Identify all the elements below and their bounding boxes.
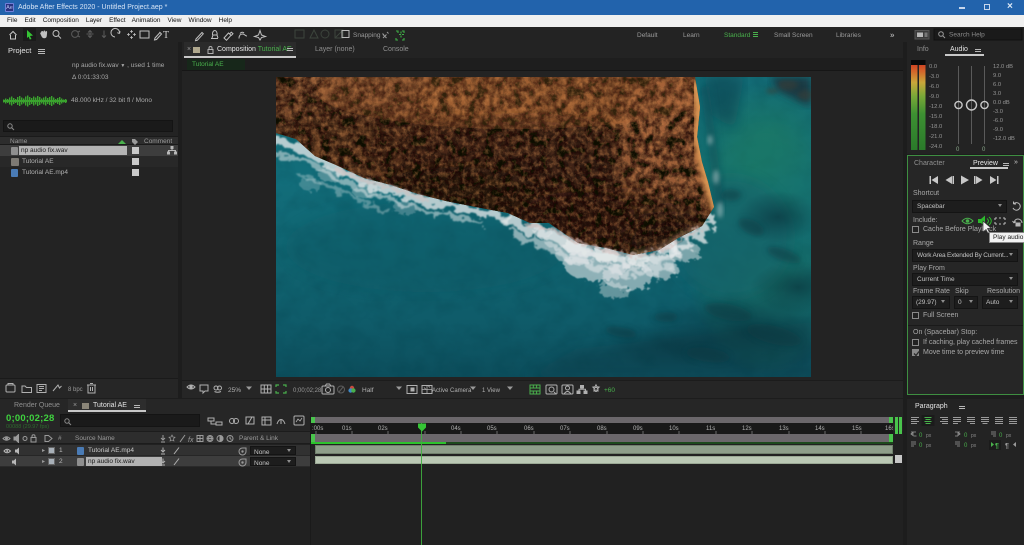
svg-text:0: 0 <box>982 147 986 152</box>
svg-text:1 View: 1 View <box>482 388 501 394</box>
svg-text:09s: 09s <box>633 426 643 432</box>
svg-text:25%: 25% <box>228 387 241 394</box>
svg-text:Half: Half <box>362 387 374 394</box>
svg-text:Standard: Standard <box>724 32 751 39</box>
svg-text:0: 0 <box>964 433 968 439</box>
svg-text:»: » <box>890 31 895 40</box>
svg-text:0: 0 <box>919 433 923 439</box>
svg-text:¶: ¶ <box>1005 443 1009 450</box>
svg-text:Small Screen: Small Screen <box>774 32 813 39</box>
svg-text:Active Camera: Active Camera <box>432 388 472 394</box>
svg-text:6.0: 6.0 <box>993 82 1001 88</box>
svg-text:-12.0 dB: -12.0 dB <box>993 136 1015 142</box>
svg-text:8 bpc: 8 bpc <box>68 387 83 393</box>
svg-text:0.0 dB: 0.0 dB <box>993 100 1010 106</box>
svg-text:0.0: 0.0 <box>929 64 937 70</box>
svg-text:-9.0: -9.0 <box>929 94 939 100</box>
svg-text:01s: 01s <box>342 426 352 432</box>
svg-text:px: px <box>1006 433 1012 439</box>
svg-text:3.0: 3.0 <box>993 91 1001 97</box>
svg-text:06s: 06s <box>524 426 534 432</box>
svg-text:px: px <box>971 443 977 449</box>
svg-text:Snapping: Snapping <box>353 32 381 39</box>
svg-text:13s: 13s <box>779 426 789 432</box>
svg-text:Learn: Learn <box>683 32 700 39</box>
svg-text:0: 0 <box>919 443 923 449</box>
svg-text:-3.0: -3.0 <box>929 74 939 80</box>
svg-text:-12.0: -12.0 <box>929 104 942 110</box>
svg-text:T: T <box>163 30 169 41</box>
svg-text:0: 0 <box>999 433 1003 439</box>
svg-text:16s: 16s <box>885 426 893 432</box>
svg-text:-3.0: -3.0 <box>993 109 1003 115</box>
svg-text:08s: 08s <box>597 426 607 432</box>
svg-text:04s: 04s <box>451 426 461 432</box>
svg-text:-6.0: -6.0 <box>993 118 1003 124</box>
svg-text:px: px <box>926 433 932 439</box>
svg-text:¶: ¶ <box>995 443 999 450</box>
svg-text:fx: fx <box>188 437 194 443</box>
svg-text:px: px <box>926 443 932 449</box>
svg-text:05s: 05s <box>487 426 497 432</box>
svg-text:-9.0: -9.0 <box>993 127 1003 133</box>
svg-text:07s: 07s <box>560 426 570 432</box>
svg-text:Default: Default <box>637 32 658 39</box>
svg-text:Libraries: Libraries <box>836 32 862 39</box>
svg-text::00s: :00s <box>312 426 323 432</box>
svg-text:px: px <box>971 433 977 439</box>
svg-text:Search Help: Search Help <box>949 32 985 39</box>
svg-text:14s: 14s <box>815 426 825 432</box>
svg-text:-18.0: -18.0 <box>929 124 942 130</box>
svg-text:12s: 12s <box>742 426 752 432</box>
svg-text:0;00;02;28: 0;00;02;28 <box>293 388 322 394</box>
svg-text:-24.0: -24.0 <box>929 144 942 150</box>
svg-text:0: 0 <box>956 147 960 152</box>
svg-text:-6.0: -6.0 <box>929 84 939 90</box>
svg-text:02s: 02s <box>378 426 388 432</box>
svg-text:12.0 dB: 12.0 dB <box>993 64 1013 70</box>
svg-text:-21.0: -21.0 <box>929 134 942 140</box>
svg-text:0: 0 <box>964 443 968 449</box>
svg-text:11s: 11s <box>706 426 715 432</box>
svg-text:+60: +60 <box>604 387 615 394</box>
svg-text:9.0: 9.0 <box>993 73 1001 79</box>
svg-text:15s: 15s <box>852 426 862 432</box>
svg-text:-15.0: -15.0 <box>929 114 942 120</box>
svg-text:10s: 10s <box>669 426 679 432</box>
